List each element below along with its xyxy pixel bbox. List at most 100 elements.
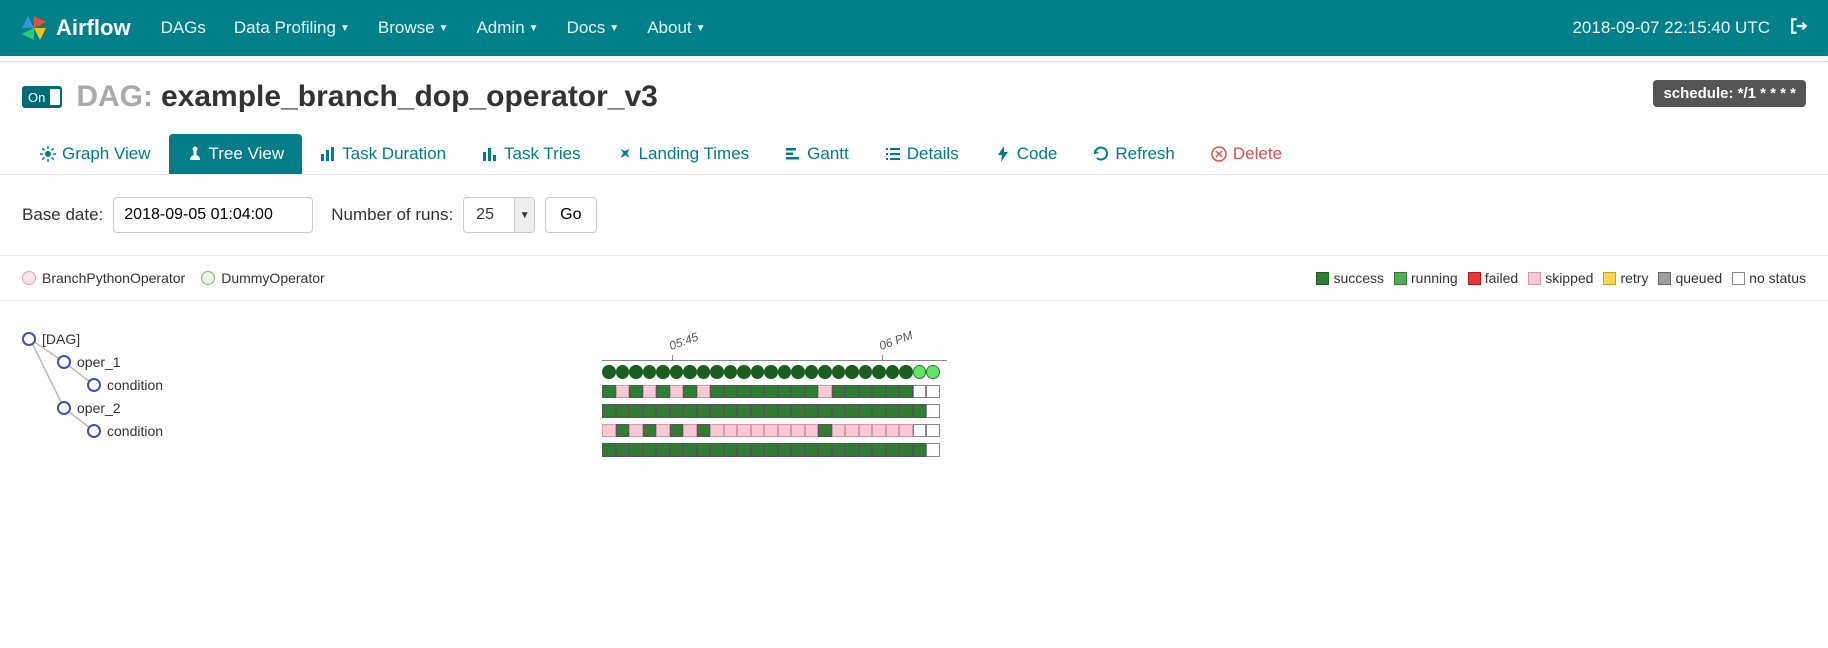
task-instance-cell[interactable] [805,385,819,399]
task-instance-cell[interactable] [926,404,940,418]
logout-icon[interactable] [1790,17,1808,40]
task-instance-cell[interactable] [764,404,778,418]
dag-run-cell[interactable] [643,365,657,379]
task-instance-cell[interactable] [899,404,913,418]
task-instance-cell[interactable] [913,404,927,418]
task-instance-cell[interactable] [886,424,900,438]
dag-run-cell[interactable] [886,365,900,379]
tab-landing[interactable]: Landing Times [599,134,768,174]
task-instance-cell[interactable] [602,404,616,418]
dag-run-cell[interactable] [670,365,684,379]
nav-item-data-profiling[interactable]: Data Profiling▼ [234,18,350,38]
task-instance-cell[interactable] [616,385,630,399]
nav-item-admin[interactable]: Admin▼ [476,18,538,38]
nav-item-dags[interactable]: DAGs [161,18,206,38]
task-instance-cell[interactable] [683,443,697,457]
dag-run-cell[interactable] [778,365,792,379]
task-instance-cell[interactable] [791,424,805,438]
tree-node[interactable]: [DAG] [22,331,80,347]
task-instance-cell[interactable] [710,385,724,399]
task-instance-cell[interactable] [764,424,778,438]
task-instance-cell[interactable] [926,385,940,399]
task-instance-cell[interactable] [845,443,859,457]
dag-run-cell[interactable] [872,365,886,379]
task-instance-cell[interactable] [845,424,859,438]
task-instance-cell[interactable] [805,404,819,418]
task-instance-cell[interactable] [629,385,643,399]
task-instance-cell[interactable] [845,404,859,418]
tree-node[interactable]: oper_2 [57,400,121,416]
task-instance-cell[interactable] [643,443,657,457]
tab-tree[interactable]: Tree View [169,134,303,174]
tab-details[interactable]: Details [867,134,977,174]
nav-item-about[interactable]: About▼ [647,18,705,38]
task-instance-cell[interactable] [805,443,819,457]
task-instance-cell[interactable] [751,443,765,457]
task-instance-cell[interactable] [643,424,657,438]
tab-delete[interactable]: Delete [1193,134,1300,174]
dag-run-cell[interactable] [764,365,778,379]
task-instance-cell[interactable] [616,424,630,438]
task-instance-cell[interactable] [602,443,616,457]
task-instance-cell[interactable] [899,443,913,457]
num-runs-select[interactable]: 25 ▼ [463,197,535,233]
dag-run-cell[interactable] [899,365,913,379]
task-instance-cell[interactable] [602,424,616,438]
dag-run-cell[interactable] [845,365,859,379]
dag-run-cell[interactable] [629,365,643,379]
task-instance-cell[interactable] [697,424,711,438]
task-instance-cell[interactable] [656,385,670,399]
brand[interactable]: Airflow [20,14,131,42]
tree-node[interactable]: condition [87,423,163,439]
task-instance-cell[interactable] [710,404,724,418]
dag-on-toggle[interactable]: On [22,86,62,108]
tree-node[interactable]: oper_1 [57,354,121,370]
task-instance-cell[interactable] [778,424,792,438]
task-instance-cell[interactable] [886,404,900,418]
task-instance-cell[interactable] [737,404,751,418]
task-instance-cell[interactable] [832,424,846,438]
dag-run-cell[interactable] [926,365,940,379]
task-instance-cell[interactable] [683,385,697,399]
task-instance-cell[interactable] [859,424,873,438]
task-instance-cell[interactable] [859,404,873,418]
task-instance-cell[interactable] [859,443,873,457]
task-instance-cell[interactable] [643,385,657,399]
go-button[interactable]: Go [545,197,596,233]
task-instance-cell[interactable] [724,424,738,438]
task-instance-cell[interactable] [629,443,643,457]
task-instance-cell[interactable] [697,385,711,399]
task-instance-cell[interactable] [872,424,886,438]
task-instance-cell[interactable] [656,424,670,438]
task-instance-cell[interactable] [616,404,630,418]
task-instance-cell[interactable] [778,404,792,418]
task-instance-cell[interactable] [886,443,900,457]
task-instance-cell[interactable] [670,385,684,399]
task-instance-cell[interactable] [926,424,940,438]
task-instance-cell[interactable] [697,404,711,418]
task-instance-cell[interactable] [751,424,765,438]
task-instance-cell[interactable] [899,424,913,438]
dag-run-cell[interactable] [602,365,616,379]
task-instance-cell[interactable] [737,385,751,399]
tab-duration[interactable]: Task Duration [302,134,464,174]
task-instance-cell[interactable] [818,385,832,399]
dag-run-cell[interactable] [751,365,765,379]
task-instance-cell[interactable] [845,385,859,399]
task-instance-cell[interactable] [886,385,900,399]
dag-run-cell[interactable] [832,365,846,379]
task-instance-cell[interactable] [683,424,697,438]
task-instance-cell[interactable] [751,404,765,418]
dag-run-cell[interactable] [737,365,751,379]
nav-item-docs[interactable]: Docs▼ [567,18,620,38]
dag-run-cell[interactable] [616,365,630,379]
task-instance-cell[interactable] [616,443,630,457]
task-instance-cell[interactable] [751,385,765,399]
task-instance-cell[interactable] [656,443,670,457]
tab-gantt[interactable]: Gantt [767,134,867,174]
task-instance-cell[interactable] [737,443,751,457]
task-instance-cell[interactable] [818,404,832,418]
task-instance-cell[interactable] [670,443,684,457]
task-instance-cell[interactable] [818,443,832,457]
dag-run-cell[interactable] [683,365,697,379]
